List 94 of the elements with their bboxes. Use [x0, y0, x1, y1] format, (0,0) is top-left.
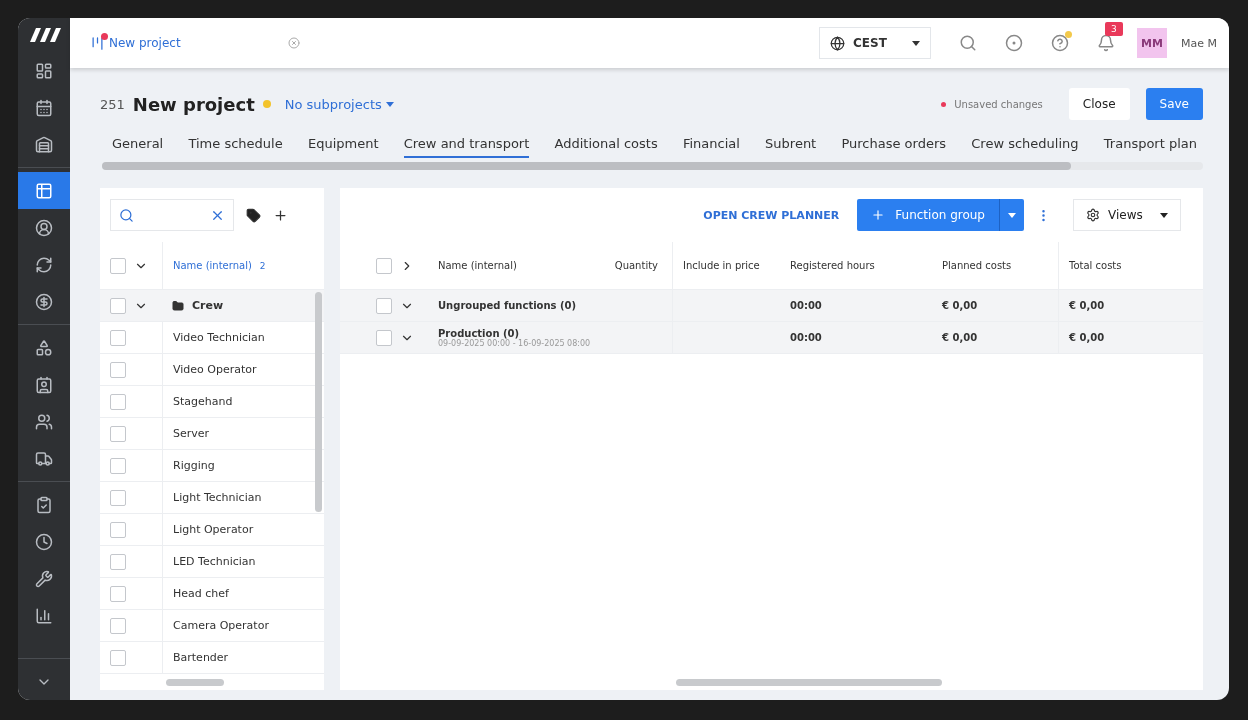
project-icon — [90, 35, 105, 51]
search-field[interactable] — [110, 199, 234, 231]
column-header[interactable]: Total costs — [1069, 260, 1122, 271]
tab[interactable]: Equipment — [307, 132, 379, 158]
total-costs: € 0,00 — [1069, 332, 1105, 343]
caret-icon — [385, 101, 394, 107]
group-name: Ungrouped functions (0) — [438, 300, 577, 311]
unsaved-changes: Unsaved changes — [954, 98, 1043, 110]
tab[interactable]: General — [112, 132, 164, 158]
function-name[interactable]: Video Operator — [173, 363, 257, 376]
close-button[interactable]: Close — [1068, 88, 1130, 120]
tab[interactable]: Purchase orders — [841, 132, 947, 158]
checkbox[interactable] — [110, 489, 126, 506]
checkbox[interactable] — [110, 585, 126, 602]
caret-icon — [1160, 212, 1168, 218]
checkbox[interactable] — [110, 393, 126, 410]
tab[interactable]: Transport plan — [1103, 132, 1197, 158]
total-costs: € 0,00 — [1069, 300, 1105, 311]
checkbox[interactable] — [110, 329, 126, 346]
timezone-select[interactable]: CEST — [819, 27, 931, 59]
checkbox[interactable] — [110, 425, 126, 442]
function-name[interactable]: Camera Operator — [173, 619, 269, 632]
tab[interactable]: Additional costs — [554, 132, 658, 158]
gear-icon — [1086, 208, 1100, 222]
open-tab[interactable]: New project — [109, 36, 181, 50]
save-button[interactable]: Save — [1145, 88, 1203, 120]
group-name: Crew — [192, 299, 224, 312]
user-name: Mae M — [1181, 36, 1217, 50]
period-text: 09-09-2025 00:00 - 16-09-2025 08:00 — [438, 338, 591, 348]
function-group-button[interactable]: Function group — [857, 199, 999, 231]
dropdown-button[interactable] — [999, 199, 1024, 231]
folder-icon — [172, 299, 184, 312]
caret-icon — [1008, 212, 1016, 218]
project-number: 251 — [100, 96, 125, 112]
search-icon[interactable] — [959, 34, 977, 52]
planned-costs: € 0,00 — [942, 332, 978, 343]
function-name[interactable]: Bartender — [173, 651, 229, 664]
checkbox[interactable] — [376, 329, 392, 346]
sort-index: 2 — [259, 260, 266, 271]
avatar[interactable]: MM — [1137, 28, 1167, 58]
caret-icon — [912, 40, 920, 46]
function-name[interactable]: Rigging — [173, 459, 215, 472]
project-title: New project — [132, 93, 255, 115]
search-icon — [119, 207, 134, 223]
globe-icon — [830, 35, 845, 51]
tabs-scrollbar[interactable] — [102, 162, 1203, 170]
column-header[interactable]: Registered hours — [790, 260, 875, 271]
tab[interactable]: Crew scheduling — [971, 132, 1079, 158]
subprojects-dropdown[interactable]: No subprojects — [278, 95, 400, 113]
scrollbar[interactable] — [315, 292, 322, 512]
checkbox[interactable] — [110, 553, 126, 570]
tab[interactable]: Subrent — [765, 132, 817, 158]
registered-hours: 00:00 — [790, 332, 822, 343]
bell-icon[interactable] — [1097, 34, 1115, 52]
checkbox[interactable] — [376, 297, 392, 314]
tab[interactable]: Time schedule — [188, 132, 283, 158]
checkbox[interactable] — [110, 521, 126, 538]
column-header[interactable]: Include in price — [683, 260, 760, 271]
tab[interactable]: Financial — [682, 132, 740, 158]
theme-icon[interactable] — [1005, 34, 1023, 52]
function-name[interactable]: Server — [173, 427, 210, 440]
checkbox[interactable] — [110, 649, 126, 666]
planned-costs: € 0,00 — [942, 300, 978, 311]
table-icon[interactable] — [18, 172, 70, 209]
function-name[interactable]: Head chef — [173, 587, 229, 600]
column-header[interactable]: Quantity — [614, 260, 658, 271]
close-icon[interactable] — [288, 37, 300, 49]
open-planner-link[interactable]: OPEN CREW PLANNER — [697, 207, 846, 223]
tab[interactable]: Crew and transport — [403, 132, 530, 158]
function-name[interactable]: Video Technician — [173, 331, 265, 344]
unsaved-dot-icon — [941, 101, 947, 107]
function-name[interactable]: Stagehand — [173, 395, 233, 408]
function-name[interactable]: Light Technician — [173, 491, 262, 504]
plus-icon — [871, 208, 886, 222]
scrollbar[interactable] — [166, 679, 224, 686]
function-name[interactable]: LED Technician — [173, 555, 256, 568]
column-header[interactable]: Name (internal) — [173, 260, 252, 271]
checkbox[interactable] — [110, 361, 126, 378]
registered-hours: 00:00 — [790, 300, 822, 311]
function-name[interactable]: Light Operator — [173, 523, 254, 536]
checkbox[interactable] — [110, 617, 126, 634]
group-name: Production (0) — [438, 327, 520, 339]
plus-icon[interactable] — [273, 207, 288, 223]
column-header[interactable]: Planned costs — [942, 260, 1012, 271]
checkbox[interactable] — [110, 457, 126, 474]
scrollbar[interactable] — [676, 679, 942, 686]
views-button[interactable]: Views — [1073, 199, 1181, 231]
checkbox[interactable] — [110, 257, 126, 274]
help-icon[interactable] — [1051, 34, 1069, 52]
checkbox[interactable] — [376, 257, 392, 274]
column-header[interactable]: Name (internal) — [438, 260, 517, 271]
notification-badge: 3 — [1105, 22, 1123, 36]
tag-icon[interactable] — [246, 207, 261, 223]
checkbox[interactable] — [110, 297, 126, 314]
